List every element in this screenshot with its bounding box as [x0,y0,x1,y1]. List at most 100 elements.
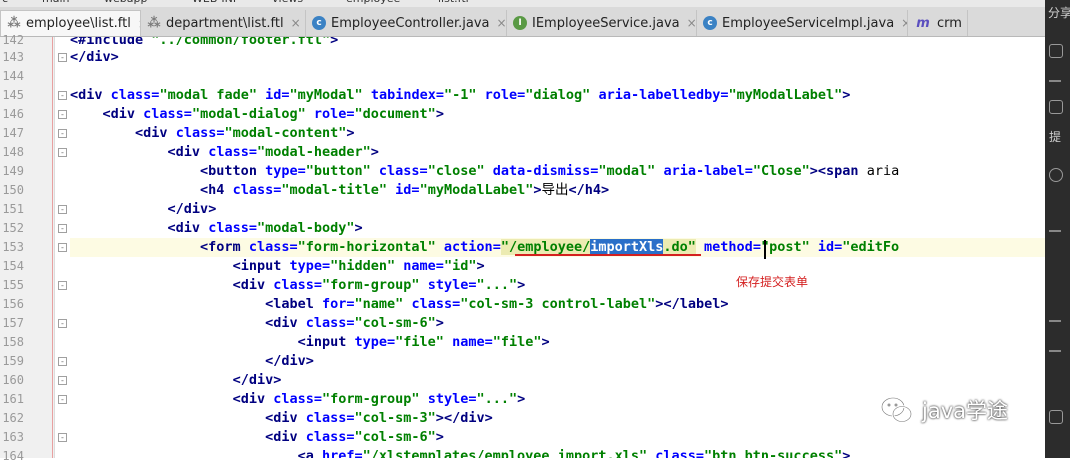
interface-icon: I [513,16,527,30]
close-icon[interactable]: × [291,16,301,30]
line-number: 148 [2,145,24,159]
fold-toggle-icon[interactable]: - [58,376,67,385]
code-line: <input type="file" name="file"> [297,334,550,350]
breadcrumb-item[interactable]: WEB-INF [192,0,239,5]
code-line: <div class="modal-content"> [135,125,355,141]
share-label: 分享 [1048,6,1070,20]
tab-crm[interactable]: m crm [908,10,968,36]
code-line: <div class="modal-dialog" role="document… [102,106,444,122]
line-number: 158 [2,335,24,349]
class-icon: c [703,16,717,30]
tab-label: IEmployeeService.java [532,15,680,31]
tab-label: employee\list.ftl [26,16,131,31]
ftl-file-icon: ⁂ [7,16,21,31]
line-number: 162 [2,411,24,425]
fold-toggle-icon[interactable]: - [58,91,67,100]
line-number: 145 [2,88,24,102]
watermark-text: java学途 [922,399,1008,423]
class-icon: c [312,16,326,30]
breadcrumb-item[interactable]: main [42,0,69,5]
fold-toggle-icon[interactable]: - [58,281,67,290]
line-number: 156 [2,297,24,311]
tab-label: department\list.ftl [166,15,284,31]
fold-toggle-icon[interactable]: - [58,110,67,119]
sidebar-bar-icon [1049,350,1061,352]
sidebar-bar-icon [1049,320,1061,322]
code-line: <button type="button" class="close" data… [200,163,900,179]
annotation-underline [514,254,701,256]
note-icon[interactable] [1049,100,1063,114]
code-line: <div class="modal-body"> [167,220,363,236]
line-number: 144 [2,69,24,83]
fold-toggle-icon[interactable]: - [58,129,67,138]
share-sidebar: 分享 提 [1045,0,1070,458]
fold-toggle-icon[interactable]: - [58,148,67,157]
line-number: 146 [2,107,24,121]
breadcrumb-item[interactable]: views [272,0,303,5]
code-line: </div> [265,353,314,369]
code-line: <div class="form-group" style="..."> [232,391,526,407]
text-cursor [764,240,766,259]
close-icon[interactable]: × [687,16,696,30]
sidebar-bar-icon [1049,80,1061,82]
code-line: <label for="name" class="col-sm-3 contro… [265,296,729,312]
right-margin-guide [52,37,53,458]
code-line: <div class="modal-header"> [167,144,379,160]
line-number: 147 [2,126,24,140]
tab-iemployeeservice-java[interactable]: I IEmployeeService.java × [507,10,697,36]
line-number: 159 [2,354,24,368]
code-line: </div> [232,372,282,388]
line-number: 152 [2,221,24,235]
sidebar-tool-icon[interactable] [1049,410,1063,424]
code-line: <h4 class="modal-title" id="myModalLabel… [200,182,610,198]
tab-department-list-ftl[interactable]: ⁂ department\list.ftl × [141,10,306,36]
share-icon[interactable] [1049,44,1063,58]
breadcrumb-item[interactable]: employee [346,0,400,5]
line-number: 157 [2,316,24,330]
fold-toggle-icon[interactable]: - [58,319,67,328]
ftl-file-icon: ⁂ [147,15,161,31]
watermark: java学途 [880,395,1008,425]
code-line: <div class="col-sm-6"> [265,429,444,445]
code-line: <a href="/xlstemplates/employee_import.x… [297,448,851,458]
tab-label: EmployeeServiceImpl.java [722,15,895,31]
wechat-icon [880,396,913,423]
breadcrumb-item[interactable]: c [2,0,8,5]
fold-toggle-icon[interactable]: - [58,395,67,404]
line-number: 163 [2,430,24,444]
line-number: 160 [2,373,24,387]
sidebar-bar-icon [1049,230,1061,232]
breadcrumb-item[interactable]: list.ftl [438,0,469,5]
line-number-gutter: 142 143 144 145 146 147 148 149 150 151 152 153 154 1… [0,33,55,463]
code-line: <div class="form-group" style="..."> [232,277,526,293]
editor-tab-bar: ⁂ employee\list.ftl × ⁂ department\list.ftl ×… [0,7,1045,37]
fold-toggle-icon[interactable]: - [58,224,67,233]
line-number: 143 [2,50,24,64]
code-line: <input type="hidden" name="id"> [232,258,485,274]
side-label: 提 [1049,130,1062,144]
tab-employeeserviceimpl-java[interactable]: c EmployeeServiceImpl.java × [697,10,908,36]
line-number: 153 [2,240,24,254]
code-line: </div> [167,201,217,217]
fold-toggle-icon[interactable]: - [58,433,67,442]
maven-module-icon: m [916,15,930,31]
tab-employeecontroller-java[interactable]: c EmployeeController.java × [306,10,507,36]
tab-label: crm [937,15,962,31]
fold-toggle-icon[interactable]: - [58,205,67,214]
line-number: 155 [2,278,24,292]
fold-toggle-icon[interactable]: - [58,357,67,366]
code-line: <div class="col-sm-6"> [265,315,444,331]
annotation-text: 保存提交表单 [736,275,809,289]
fold-toggle-icon[interactable]: - [58,243,67,252]
fold-toggle-icon[interactable]: - [58,53,67,62]
code-line: <div class="col-sm-3"></div> [265,410,493,426]
tab-label: EmployeeController.java [331,15,490,31]
breadcrumb-item[interactable]: webapp [104,0,147,5]
line-number: 150 [2,183,24,197]
timer-icon[interactable] [1049,168,1063,182]
close-icon[interactable]: × [901,16,907,30]
code-line: <div class="modal fade" id="myModal" tab… [70,87,851,103]
close-icon[interactable]: × [497,16,506,30]
code-line: <form class="form-horizontal" action="/e… [200,239,900,255]
line-number: 161 [2,392,24,406]
